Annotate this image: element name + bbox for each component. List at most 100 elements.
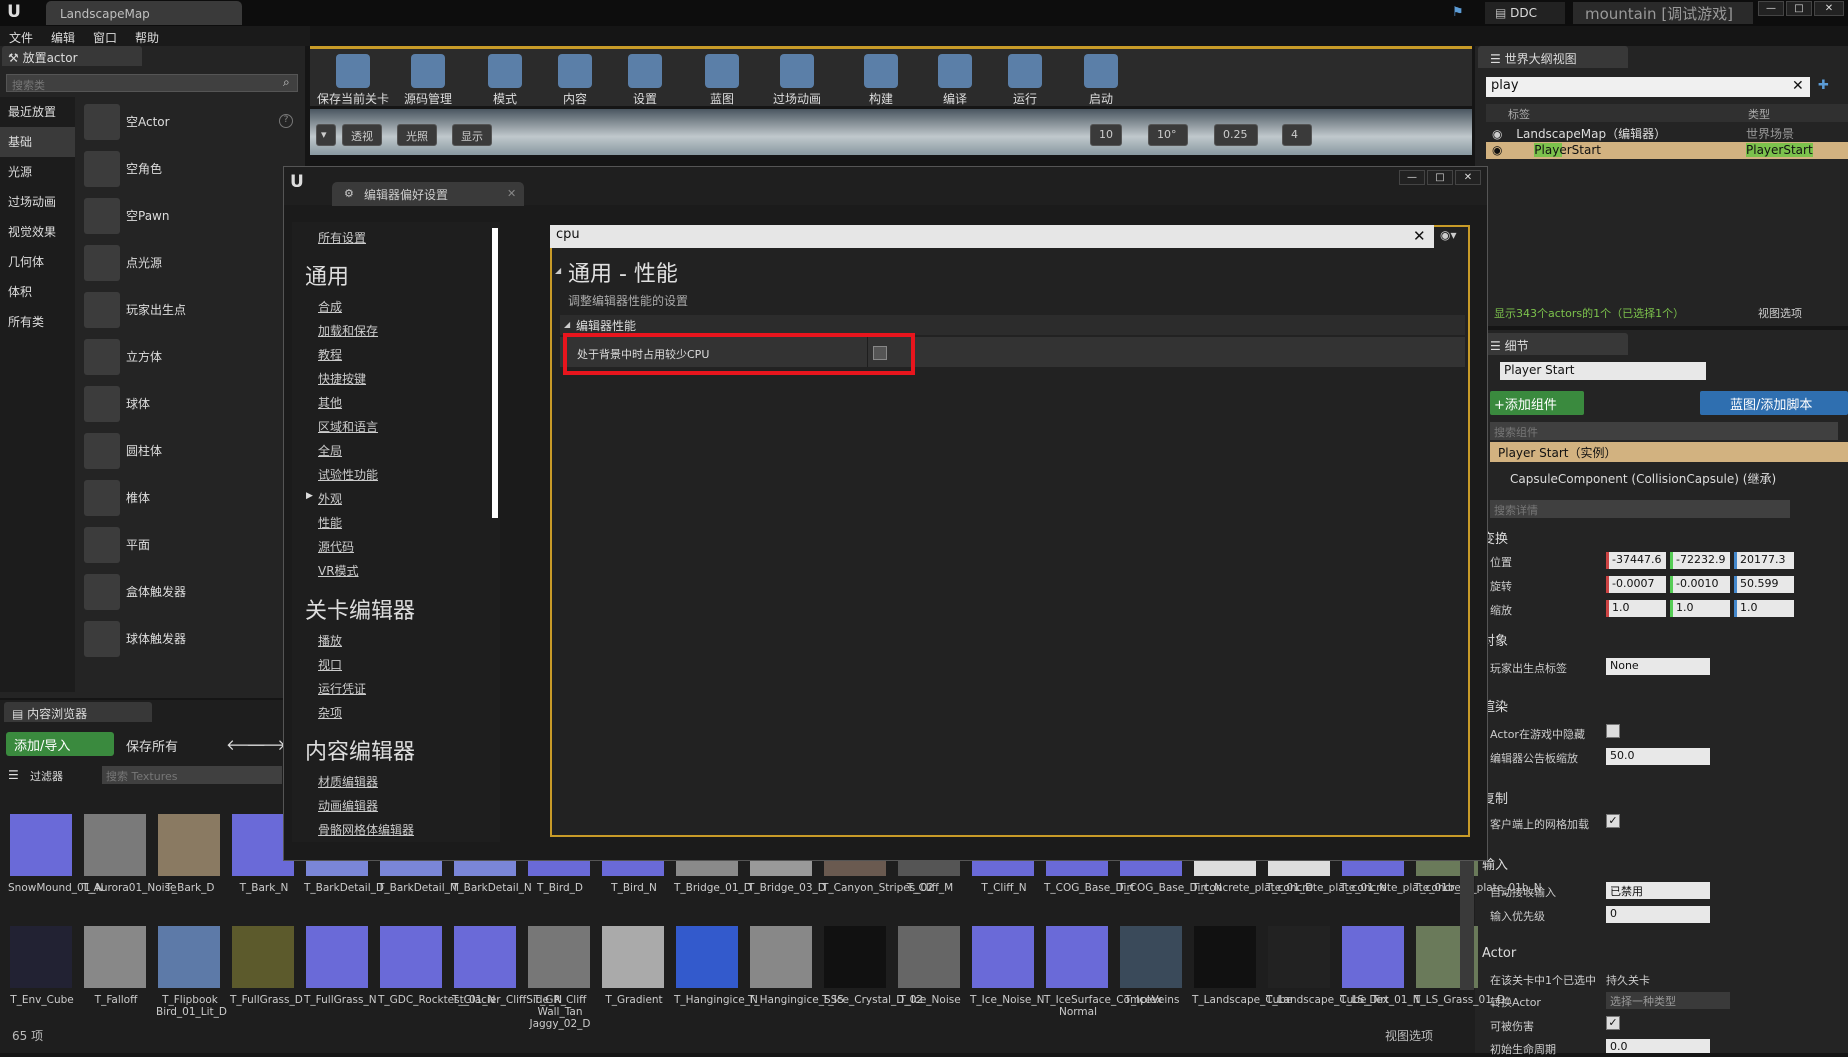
asset-tile[interactable]: T_Gradient xyxy=(600,924,668,1032)
player-start-tag-input[interactable]: None xyxy=(1606,658,1710,675)
add-import-button[interactable]: 添加/导入 xyxy=(6,732,114,756)
content-scrollbar[interactable] xyxy=(1460,860,1474,990)
outliner-view-options[interactable]: 视图选项 xyxy=(1758,305,1802,321)
asset-tile[interactable]: T_FullGrass_D xyxy=(230,924,303,1032)
outliner-row[interactable]: ◉ LandscapeMap（编辑器） 世界场景 xyxy=(1486,124,1848,141)
settings-button[interactable]: 设置 xyxy=(620,52,670,108)
location-x[interactable]: -37447.6 xyxy=(1606,552,1666,569)
asset-tile[interactable]: T_Falloff xyxy=(82,924,150,1032)
place-item-player-start[interactable]: 玩家出生点 xyxy=(82,288,292,332)
source-control-button[interactable]: 源码管理 xyxy=(396,52,460,108)
category-recent[interactable]: 最近放置 xyxy=(0,97,75,127)
modes-button[interactable]: 模式 xyxy=(480,52,530,108)
nav-link[interactable]: 加载和保存 xyxy=(318,322,378,339)
minimize-icon[interactable]: — xyxy=(1758,1,1784,16)
scale-x[interactable]: 1.0 xyxy=(1606,600,1666,617)
column-label[interactable]: 标签 xyxy=(1508,106,1530,122)
asset-tile[interactable]: SnowMound_01_N xyxy=(8,812,104,920)
add-component-button[interactable]: +添加组件 xyxy=(1490,391,1584,415)
show-button[interactable]: 显示 xyxy=(452,124,492,146)
nav-link[interactable]: 其他 xyxy=(318,394,342,411)
nav-link[interactable]: 杂项 xyxy=(318,704,342,721)
asset-tile[interactable]: T_Ice_Crystal_D_02 xyxy=(822,924,923,1032)
tab-world-outliner[interactable]: ☰ 世界大纲视图 xyxy=(1478,46,1628,68)
place-item-sphere-trigger[interactable]: 球体触发器 xyxy=(82,617,292,661)
nav-link[interactable]: 区域和语言 xyxy=(318,418,378,435)
asset-tile[interactable]: T_Glacier_CliffSide_N xyxy=(452,924,562,1032)
place-item-cube[interactable]: 立方体 xyxy=(82,335,292,379)
asset-tile[interactable]: T_Env_Cube xyxy=(8,924,76,1032)
forward-icon[interactable]: 🡒 xyxy=(246,735,286,754)
nav-link[interactable]: 外观 xyxy=(318,490,342,507)
column-type[interactable]: 类型 xyxy=(1748,106,1770,122)
blueprint-button[interactable]: 蓝图/添加脚本 xyxy=(1700,391,1848,415)
view-options-eye-icon[interactable]: ◉▾ xyxy=(1440,228,1457,242)
nav-link[interactable]: 骨骼网格体编辑器 xyxy=(318,821,414,838)
unreal-logo-icon[interactable]: U xyxy=(2,2,26,24)
dialog-maximize-icon[interactable]: □ xyxy=(1427,170,1453,185)
asset-tile[interactable]: T_Ice_Noise_N xyxy=(970,924,1044,1032)
source-control-icon[interactable]: ⚑ xyxy=(1452,5,1464,20)
place-item-point-light[interactable]: 点光源 xyxy=(82,241,292,285)
place-item-empty-pawn[interactable]: 空Pawn xyxy=(82,194,292,238)
place-item-plane[interactable]: 平面 xyxy=(82,523,292,567)
component-row[interactable]: CapsuleComponent (CollisionCapsule) (继承) xyxy=(1510,470,1776,487)
nav-link[interactable]: 动画编辑器 xyxy=(318,797,378,814)
build-button[interactable]: 构建 xyxy=(856,52,906,108)
category-geometry[interactable]: 几何体 xyxy=(0,247,75,277)
asset-tile[interactable]: T_Hangingice_N xyxy=(674,924,758,1032)
net-load-checkbox[interactable]: ✓ xyxy=(1606,814,1620,828)
place-item-cylinder[interactable]: 圆柱体 xyxy=(82,429,292,473)
asset-tile[interactable]: T_Ice_Noise xyxy=(896,924,964,1032)
nav-link[interactable]: 材质编辑器 xyxy=(318,773,378,790)
asset-tile[interactable]: T_FullGrass_N xyxy=(304,924,377,1032)
asset-tile[interactable]: T_GR_Cliff Wall_Tan Jaggy_02_D xyxy=(526,924,594,1032)
lit-button[interactable]: 光照 xyxy=(397,124,437,146)
asset-tile[interactable]: T_Landscape_Cube_Tex xyxy=(1266,924,1389,1032)
ddc-indicator[interactable]: ▤ DDC xyxy=(1485,2,1565,24)
asset-tile[interactable]: T_IceSurface_Complex Normal xyxy=(1044,924,1162,1032)
tab-details[interactable]: ☰ 细节 xyxy=(1478,333,1628,355)
rotation-x[interactable]: -0.0007 xyxy=(1606,576,1666,593)
scale-y[interactable]: 1.0 xyxy=(1670,600,1730,617)
location-label[interactable]: 位置 xyxy=(1490,554,1512,570)
nav-scrollbar[interactable] xyxy=(492,228,498,518)
clear-search-icon[interactable]: ✕ xyxy=(1413,227,1426,245)
rotation-z[interactable]: 50.599 xyxy=(1734,576,1794,593)
section-actor[interactable]: Actor xyxy=(1482,946,1516,961)
nav-link[interactable]: 源代码 xyxy=(318,538,354,555)
asset-tile[interactable]: T_GDC_Rocktest_01_N xyxy=(378,924,495,1032)
add-actor-icon[interactable]: ✚ xyxy=(1818,78,1829,93)
filters-button[interactable]: 过滤器 xyxy=(30,768,63,784)
camera-speed-value[interactable]: 4 xyxy=(1282,124,1312,146)
eye-icon[interactable]: ◉ xyxy=(1492,143,1506,157)
rotation-snap-value[interactable]: 10° xyxy=(1148,124,1188,146)
outliner-row-selected[interactable]: ◉ PlayerStart PlayerStart xyxy=(1486,142,1848,159)
level-tab[interactable]: LandscapeMap xyxy=(46,1,242,25)
nav-link[interactable]: 播放 xyxy=(318,632,342,649)
dialog-close-icon[interactable]: ✕ xyxy=(1455,170,1481,185)
class-search-input[interactable]: 搜索类 xyxy=(6,74,298,92)
nav-link[interactable]: 快捷按键 xyxy=(318,370,366,387)
nav-link[interactable]: 视口 xyxy=(318,656,342,673)
dialog-minimize-icon[interactable]: — xyxy=(1399,170,1425,185)
perspective-button[interactable]: 透视 xyxy=(342,124,382,146)
nav-link[interactable]: 合成 xyxy=(318,298,342,315)
place-item-sphere[interactable]: 球体 xyxy=(82,382,292,426)
tab-content-browser[interactable]: ▤ 内容浏览器 xyxy=(4,702,152,722)
place-item-box-trigger[interactable]: 盒体触发器 xyxy=(82,570,292,614)
input-priority-input[interactable]: 0 xyxy=(1606,906,1710,923)
help-icon[interactable]: ? xyxy=(279,114,293,128)
nav-link[interactable]: 试验性功能 xyxy=(318,466,378,483)
sources-toggle-icon[interactable]: ☰ xyxy=(8,768,19,782)
asset-tile[interactable]: T_IceVeins xyxy=(1118,924,1186,1032)
clear-search-icon[interactable]: ✕ xyxy=(1792,78,1804,94)
hidden-in-game-checkbox[interactable] xyxy=(1606,724,1620,738)
tab-close-icon[interactable]: ✕ xyxy=(507,187,516,200)
location-z[interactable]: 20177.3 xyxy=(1734,552,1794,569)
blueprints-button[interactable]: 蓝图 xyxy=(697,52,747,108)
can-be-damaged-checkbox[interactable]: ✓ xyxy=(1606,1016,1620,1030)
rotation-y[interactable]: -0.0010 xyxy=(1670,576,1730,593)
scale-snap-value[interactable]: 0.25 xyxy=(1214,124,1258,146)
texture-search-input[interactable]: 搜索 Textures xyxy=(102,766,282,784)
